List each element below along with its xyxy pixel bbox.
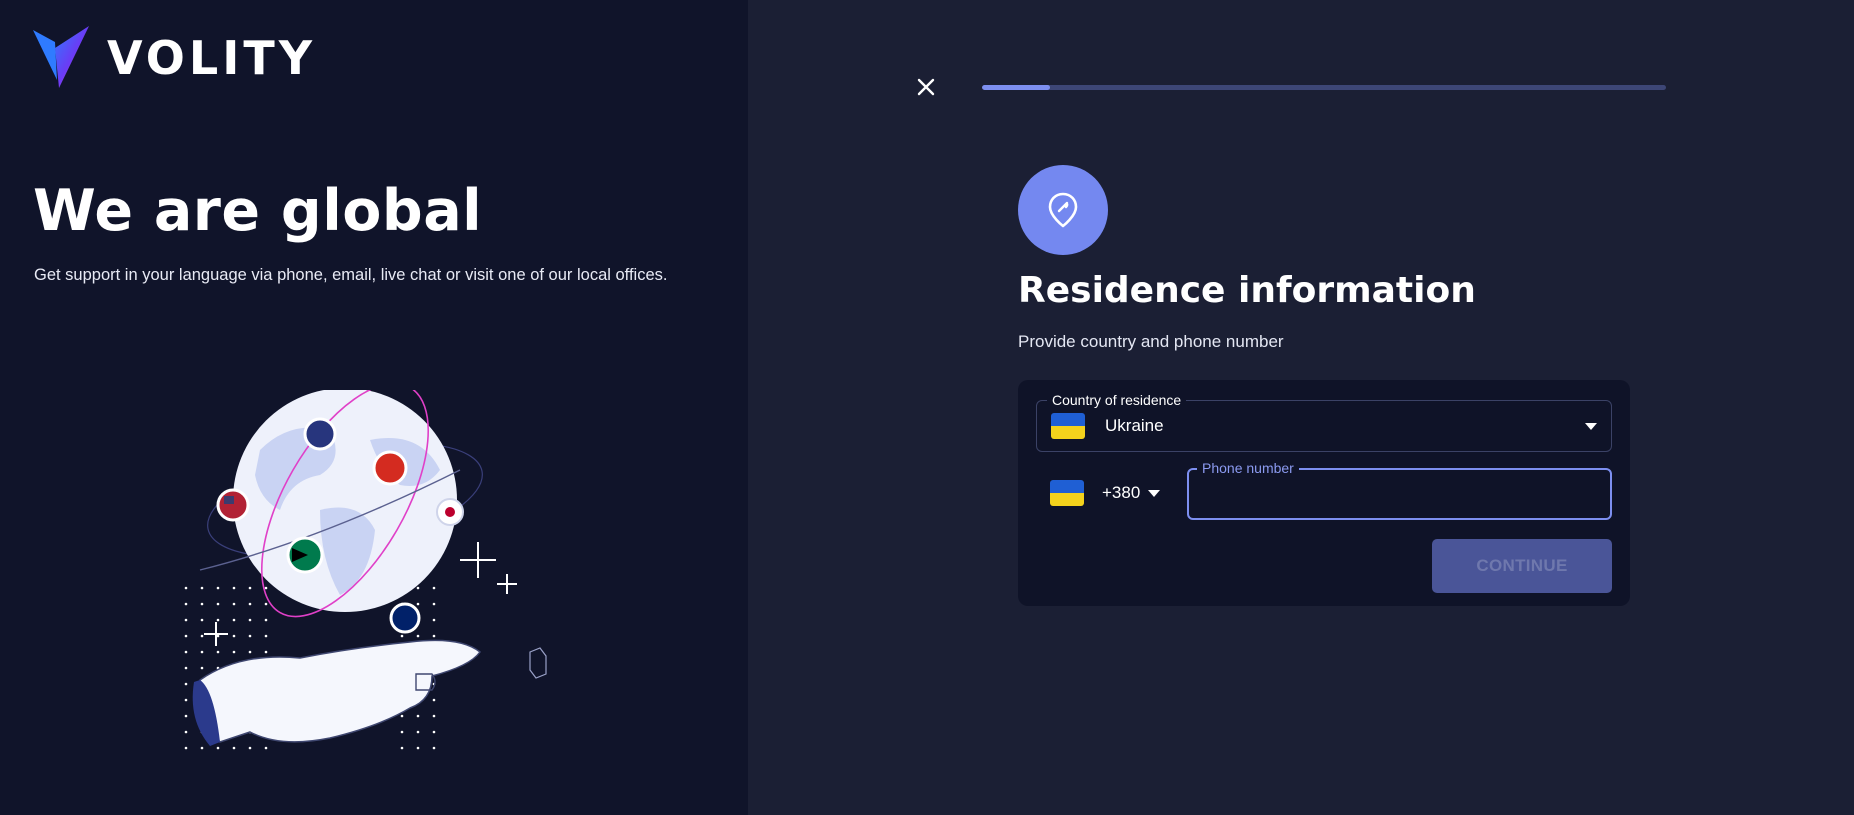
chevron-down-icon	[1148, 489, 1161, 497]
close-icon	[917, 78, 935, 96]
phone-code-select[interactable]: +380	[1050, 480, 1161, 506]
globe-hand-illustration	[184, 390, 547, 750]
phone-number-label: Phone number	[1197, 460, 1299, 476]
brand-name: VOLITY	[107, 31, 317, 85]
ukraine-flag-icon	[1051, 413, 1085, 439]
right-panel: Residence information Provide country an…	[748, 0, 1854, 815]
form-title: Residence information	[1018, 270, 1476, 311]
brand-logo[interactable]: VOLITY	[33, 26, 316, 90]
chevron-down-icon	[1585, 423, 1597, 430]
phone-number-field: Phone number	[1187, 460, 1612, 520]
left-panel: VOLITY We are global Get support in your…	[0, 0, 748, 815]
hero-title: We are global	[33, 178, 483, 244]
volity-logo-icon	[33, 26, 89, 88]
hand	[192, 639, 482, 746]
country-label: Country of residence	[1047, 392, 1187, 408]
ukraine-flag-icon	[1050, 480, 1084, 506]
continue-button[interactable]: CONTINUE	[1432, 539, 1612, 593]
phone-number-input[interactable]	[1189, 470, 1610, 518]
hero-subtitle: Get support in your language via phone, …	[34, 266, 668, 284]
form-subtitle: Provide country and phone number	[1018, 332, 1284, 351]
residence-form-card: Country of residence Ukraine +380 Phone …	[1018, 380, 1630, 606]
country-value: Ukraine	[1105, 416, 1164, 435]
phone-code-value: +380	[1102, 483, 1141, 502]
country-select[interactable]: Country of residence Ukraine	[1036, 392, 1612, 452]
location-pin-icon	[1048, 192, 1078, 228]
step-icon	[1018, 165, 1108, 255]
progress-bar	[982, 85, 1666, 90]
progress-fill	[982, 85, 1051, 90]
close-button[interactable]	[913, 74, 939, 100]
